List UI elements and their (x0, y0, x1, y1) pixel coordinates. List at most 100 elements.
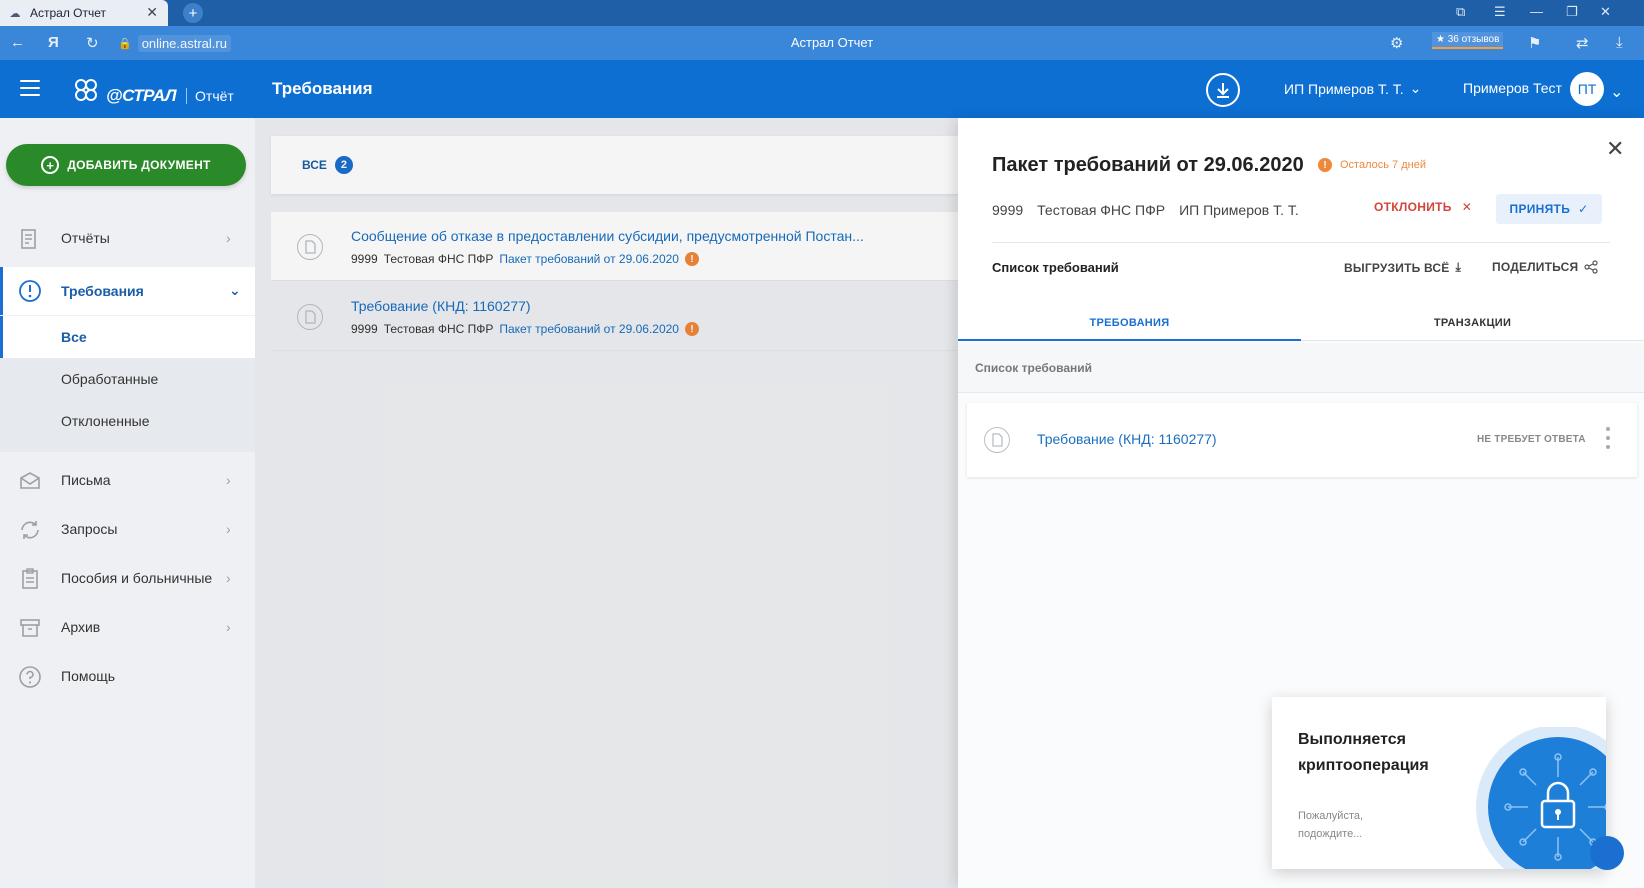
browser-tab-title: Астрал Отчет (30, 6, 107, 20)
browser-tab[interactable]: ☁ Астрал Отчет ✕ (0, 0, 168, 26)
sidebar-item-label: Отчёты (61, 230, 110, 246)
chevron-right-icon: › (226, 619, 231, 635)
reject-button[interactable]: ОТКЛОНИТЬ ✕ (1374, 200, 1472, 214)
downloads-icon[interactable]: ⤓ (1616, 34, 1623, 51)
sidebar-item-letters[interactable]: Письма › (0, 460, 255, 500)
sidebar-item-benefits[interactable]: Пособия и больничные › (0, 558, 255, 598)
export-all-button[interactable]: ВЫГРУЗИТЬ ВСЁ ⤓ (1344, 260, 1461, 275)
menu-icon[interactable]: ☰ (1494, 4, 1506, 20)
status-badge: НЕ ТРЕБУЕТ ОТВЕТА (1477, 434, 1586, 445)
page-title: Требования (272, 79, 373, 98)
agency-code: 9999 (351, 322, 378, 336)
chevron-right-icon: › (226, 521, 231, 537)
close-icon[interactable]: ✕ (1606, 136, 1624, 162)
add-document-label: ДОБАВИТЬ ДОКУМЕНТ (67, 158, 211, 172)
browser-tab-bar: ☁ Астрал Отчет ✕ + ⧉ ☰ — ❐ ✕ (0, 0, 1644, 26)
plus-circle-icon: + (41, 156, 60, 174)
browser-address-bar: ← Я ↻ 🔒 online.astral.ru Астрал Отчет ⚙ … (0, 26, 1644, 60)
tabs-icon[interactable]: ⧉ (1456, 4, 1465, 20)
list-item[interactable]: Сообщение об отказе в предоставлении суб… (271, 212, 961, 281)
download-icon[interactable] (1206, 73, 1240, 107)
new-tab-button[interactable]: + (183, 3, 203, 23)
document-title[interactable]: Сообщение об отказе в предоставлении суб… (351, 228, 864, 244)
logo-divider (186, 88, 188, 104)
tab-close-icon[interactable]: ✕ (146, 4, 158, 21)
sidebar-item-label: Пособия и больничные (61, 570, 213, 586)
minimize-icon[interactable]: — (1530, 4, 1543, 19)
export-all-label: ВЫГРУЗИТЬ ВСЁ (1344, 260, 1450, 275)
agency-name: Тестовая ФНС ПФР (383, 252, 494, 266)
logo-subtitle: Отчёт (195, 88, 234, 104)
site-favicon-icon: ☁ (9, 7, 21, 20)
requirement-title[interactable]: Требование (КНД: 1160277) (1037, 431, 1217, 447)
report-icon (21, 229, 36, 249)
sidebar-item-label: Письма (61, 472, 111, 488)
panel-header: ✕ Пакет требований от 29.06.2020 ! Остал… (958, 118, 1644, 341)
document-icon (297, 234, 323, 260)
sidebar-item-label: Помощь (61, 668, 116, 684)
requirements-list-heading: Список требований (992, 260, 1119, 275)
crypto-operation-toast: Выполняется криптооперация Пожалуйста, п… (1272, 697, 1606, 869)
warning-icon: ! (1318, 158, 1332, 172)
extensions-icon[interactable]: ⚙ (1390, 34, 1403, 52)
chevron-down-icon: ⌄ (229, 282, 241, 298)
filter-bar: ВСЕ 2 (271, 136, 961, 194)
add-document-button[interactable]: + ДОБАВИТЬ ДОКУМЕНТ (6, 144, 246, 186)
package-link[interactable]: Пакет требований от 29.06.2020 (499, 252, 679, 266)
warning-icon: ! (684, 252, 699, 266)
hamburger-menu-icon[interactable] (20, 80, 40, 96)
org-name: ИП Примеров Т. Т. (1179, 202, 1299, 218)
document-icon (984, 427, 1010, 453)
share-label: ПОДЕЛИТЬСЯ (1492, 260, 1579, 274)
org-selector[interactable]: ИП Примеров Т. Т. ⌄ (1284, 80, 1421, 97)
sidebar-item-help[interactable]: Помощь (0, 656, 255, 696)
user-chevron-down-icon[interactable]: ⌄ (1610, 82, 1623, 102)
subnav-item-rejected[interactable]: Отклоненные (0, 400, 255, 442)
help-icon (19, 666, 41, 688)
logo-text: @СТРАЛ (106, 86, 177, 105)
chevron-right-icon: › (226, 570, 231, 586)
more-options-icon[interactable] (1605, 427, 1611, 449)
sidebar: + ДОБАВИТЬ ДОКУМЕНТ Отчёты › Требования … (0, 118, 255, 888)
chevron-down-icon: ⌄ (1409, 80, 1422, 96)
astral-logo[interactable]: @СТРАЛ Отчёт (72, 74, 234, 106)
tab-requirements[interactable]: ТРЕБОВАНИЯ (958, 306, 1301, 341)
org-name: ИП Примеров Т. Т. (1284, 80, 1404, 97)
share-button[interactable]: ПОДЕЛИТЬСЯ (1492, 260, 1598, 274)
sidebar-item-label: Архив (61, 619, 101, 635)
chevron-right-icon: › (226, 230, 231, 246)
remaining-days: Осталось 7 дней (1340, 159, 1426, 171)
restore-icon[interactable]: ❐ (1566, 4, 1578, 20)
package-meta: 9999 Тестовая ФНС ПФР ИП Примеров Т. Т. (992, 202, 1299, 218)
avatar[interactable]: ПТ (1570, 72, 1604, 106)
filter-all-tab[interactable]: ВСЕ (302, 158, 327, 172)
divider (992, 242, 1610, 243)
accept-button[interactable]: ПРИНЯТЬ ✓ (1496, 194, 1602, 224)
sidebar-item-requirements[interactable]: Требования ⌄ (0, 267, 255, 315)
document-title[interactable]: Требование (КНД: 1160277) (351, 298, 531, 314)
user-name[interactable]: Примеров Тест (1463, 80, 1562, 96)
requirement-card[interactable]: Требование (КНД: 1160277) НЕ ТРЕБУЕТ ОТВ… (967, 403, 1637, 477)
bookmark-icon[interactable]: ⚑ (1528, 34, 1541, 52)
count-badge: 2 (334, 156, 353, 174)
alert-icon (19, 280, 41, 302)
sidebar-item-archive[interactable]: Архив › (0, 607, 255, 647)
chat-icon[interactable] (1590, 836, 1624, 870)
window-close-icon[interactable]: ✕ (1600, 4, 1611, 20)
sidebar-item-requests[interactable]: Запросы › (0, 509, 255, 549)
reject-x-icon: ✕ (1461, 200, 1473, 214)
document-meta: 9999 Тестовая ФНС ПФР Пакет требований о… (351, 252, 699, 266)
subnav-item-all[interactable]: Все (0, 316, 255, 358)
package-link[interactable]: Пакет требований от 29.06.2020 (499, 322, 679, 336)
translate-icon[interactable]: ⇄ (1576, 34, 1589, 52)
tab-transactions[interactable]: ТРАНЗАКЦИИ (1301, 306, 1644, 341)
list-item[interactable]: Требование (КНД: 1160277) 9999 Тестовая … (271, 282, 961, 351)
crypto-lock-icon (1476, 727, 1606, 869)
document-meta: 9999 Тестовая ФНС ПФР Пакет требований о… (351, 322, 699, 336)
reviews-badge[interactable]: ★ 36 отзывов (1432, 32, 1504, 49)
mail-icon (20, 472, 40, 489)
subnav-item-processed[interactable]: Обработанные (0, 358, 255, 400)
deadline-warning: ! Осталось 7 дней (1318, 158, 1426, 172)
app-header: @СТРАЛ Отчёт Требования ИП Примеров Т. Т… (0, 60, 1644, 118)
sidebar-item-reports[interactable]: Отчёты › (0, 218, 255, 258)
